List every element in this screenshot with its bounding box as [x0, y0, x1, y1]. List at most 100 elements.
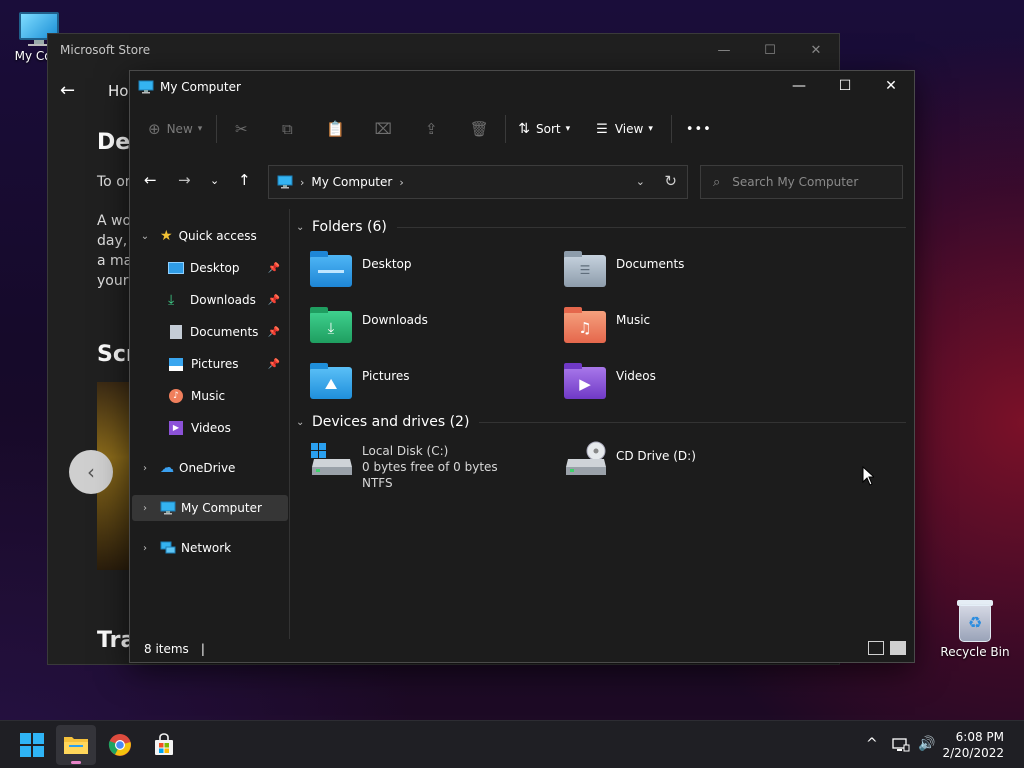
cut-icon[interactable]: ✂: [225, 120, 257, 138]
sidebar-item-label: Documents: [190, 325, 259, 339]
chevron-right-icon[interactable]: ›: [138, 503, 152, 514]
more-icon: •••: [685, 121, 712, 137]
folder-tile-pictures[interactable]: ⛰ Pictures: [310, 363, 560, 411]
drive-tile-c[interactable]: Local Disk (C:) 0 bytes free of 0 bytes …: [310, 441, 560, 493]
refresh-icon[interactable]: ↻: [664, 172, 677, 190]
sidebar-item-music[interactable]: ♪ Music: [130, 383, 286, 409]
pin-icon[interactable]: 📌: [268, 359, 280, 370]
pin-icon[interactable]: 📌: [268, 327, 280, 338]
group-header-drives[interactable]: ⌄ Devices and drives (2): [296, 414, 906, 430]
new-button[interactable]: ⊕ New ▾: [148, 113, 202, 145]
folder-name: Music: [616, 313, 651, 327]
sidebar-item-label: Videos: [191, 421, 231, 435]
volume-icon[interactable]: 🔊: [918, 736, 935, 752]
folder-name: Videos: [616, 369, 656, 383]
new-label: New: [166, 122, 193, 136]
breadcrumb-location[interactable]: My Computer: [311, 175, 392, 189]
start-button[interactable]: [12, 725, 52, 765]
item-count: 8 items: [144, 642, 189, 656]
sidebar-item-documents[interactable]: Documents 📌: [130, 319, 286, 345]
pin-icon[interactable]: 📌: [268, 295, 280, 306]
sidebar-item-pictures[interactable]: Pictures 📌: [130, 351, 286, 377]
sidebar-item-label: My Computer: [181, 501, 262, 515]
folder-tile-desktop[interactable]: Desktop: [310, 251, 560, 299]
folder-tile-videos[interactable]: ▶ Videos: [564, 363, 814, 411]
view-button[interactable]: ☰ View ▾: [596, 113, 653, 145]
system-clock[interactable]: 6:08 PM 2/20/2022: [942, 729, 1004, 761]
star-icon: ★: [160, 228, 173, 244]
carousel-prev-button[interactable]: ‹: [69, 450, 113, 494]
minimize-button[interactable]: —: [701, 34, 747, 66]
group-divider: [396, 226, 906, 228]
sidebar-item-videos[interactable]: ▶ Videos: [130, 415, 286, 441]
folder-tile-downloads[interactable]: ⤓ Downloads: [310, 307, 560, 355]
desktop-icon-recycle-bin[interactable]: ♻ Recycle Bin: [936, 598, 1014, 659]
up-arrow-icon[interactable]: ↑: [238, 171, 251, 189]
taskbar-microsoft-store[interactable]: [144, 725, 184, 765]
drive-tile-d[interactable]: CD Drive (D:): [564, 441, 814, 489]
search-input[interactable]: ⌕ Search My Computer: [700, 165, 903, 199]
sidebar-item-desktop[interactable]: Desktop 📌: [130, 255, 286, 281]
document-icon: [170, 325, 182, 339]
large-icons-view-icon[interactable]: [890, 641, 906, 655]
music-folder-icon: ♫: [564, 307, 608, 345]
recent-locations-chevron-icon[interactable]: ⌄: [210, 174, 219, 187]
search-placeholder: Search My Computer: [732, 175, 859, 189]
documents-folder-icon: ☰: [564, 251, 608, 289]
delete-icon[interactable]: 🗑: [463, 120, 495, 138]
window-controls: — ☐ ✕: [776, 71, 914, 101]
drive-free-space: 0 bytes free of 0 bytes: [362, 460, 498, 474]
taskbar-file-explorer[interactable]: [56, 725, 96, 765]
address-bar[interactable]: › My Computer › ⌄ ↻: [268, 165, 688, 199]
folder-tile-music[interactable]: ♫ Music: [564, 307, 814, 355]
computer-icon: [138, 80, 154, 94]
close-button[interactable]: ✕: [793, 34, 839, 66]
mouse-cursor-icon: [862, 466, 874, 486]
music-icon: ♪: [169, 389, 183, 403]
taskbar-chrome[interactable]: [100, 725, 140, 765]
share-icon[interactable]: ⇪: [415, 120, 447, 138]
minimize-button[interactable]: —: [776, 71, 822, 101]
close-button[interactable]: ✕: [868, 71, 914, 101]
sidebar-item-my-computer[interactable]: › My Computer: [132, 495, 288, 521]
downloads-folder-icon: ⤓: [310, 307, 354, 345]
details-view-icon[interactable]: [868, 641, 884, 655]
clock-date: 2/20/2022: [942, 746, 1004, 760]
chevron-down-icon: ▾: [565, 124, 571, 134]
sidebar-item-network[interactable]: › Network: [130, 535, 286, 561]
status-separator: |: [200, 642, 205, 656]
desktop-folder-icon: [310, 251, 354, 289]
back-arrow-icon[interactable]: ←: [60, 80, 75, 101]
chevron-right-icon[interactable]: ›: [138, 463, 152, 474]
paste-icon[interactable]: 📋: [319, 120, 351, 138]
tray-chevron-icon[interactable]: ^: [866, 736, 878, 752]
chevron-down-icon[interactable]: ⌄: [296, 417, 312, 428]
rename-icon[interactable]: ⌧: [367, 120, 399, 138]
maximize-button[interactable]: ☐: [747, 34, 793, 66]
sidebar-item-onedrive[interactable]: › ☁ OneDrive: [130, 455, 286, 481]
pin-icon[interactable]: 📌: [268, 263, 280, 274]
network-icon: [160, 541, 176, 554]
group-title: Folders (6): [312, 219, 387, 235]
network-tray-icon[interactable]: [892, 737, 910, 753]
sidebar-item-downloads[interactable]: ⤓ Downloads 📌: [130, 287, 286, 313]
sidebar-item-quick-access[interactable]: ⌄ ★ Quick access: [130, 223, 286, 249]
copy-icon[interactable]: ⧉: [271, 120, 303, 138]
explorer-window[interactable]: My Computer — ☐ ✕ ⊕ New ▾ ✂ ⧉ 📋 ⌧ ⇪ 🗑 ⇅ …: [129, 70, 915, 663]
download-icon: ⤓: [168, 292, 175, 308]
status-bar: 8 items |: [130, 636, 914, 662]
address-dropdown-icon[interactable]: ⌄: [636, 175, 645, 188]
recycle-bin-icon: ♻: [955, 598, 995, 642]
sort-button[interactable]: ⇅ Sort ▾: [518, 113, 570, 145]
back-arrow-icon[interactable]: ←: [144, 171, 157, 189]
group-header-folders[interactable]: ⌄ Folders (6): [296, 219, 906, 235]
chevron-right-icon[interactable]: ›: [138, 543, 152, 554]
folder-tile-documents[interactable]: ☰ Documents: [564, 251, 814, 299]
more-options-button[interactable]: •••: [686, 113, 712, 145]
forward-arrow-icon[interactable]: →: [178, 171, 191, 189]
cloud-icon: ☁: [160, 460, 174, 476]
maximize-button[interactable]: ☐: [822, 71, 868, 101]
windows-logo-icon: [20, 733, 44, 757]
chevron-down-icon[interactable]: ⌄: [138, 231, 152, 242]
chevron-down-icon[interactable]: ⌄: [296, 222, 312, 233]
